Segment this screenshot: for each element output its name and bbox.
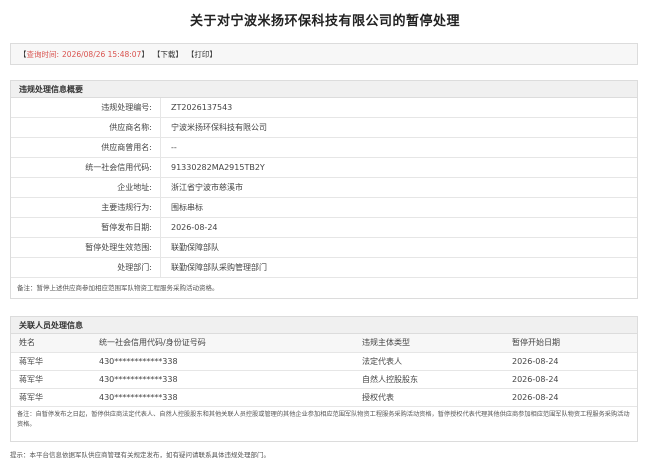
table-cell: 法定代表人: [354, 352, 504, 371]
info-row: 统一社会信用代码: 91330282MA2915TB2Y: [11, 158, 637, 178]
info-label: 处理部门:: [11, 258, 161, 277]
query-bracket-close: 】: [141, 49, 149, 59]
info-value: ZT2026137543: [171, 103, 233, 112]
info-row: 主要违规行为: 围标串标: [11, 198, 637, 218]
column-header: 姓名: [11, 334, 91, 353]
query-time-label: 查询时间:: [26, 49, 60, 59]
table-row: 蒋军华 430************338 法定代表人 2026-08-24: [11, 352, 637, 371]
violation-summary-header: 违规处理信息概要: [11, 81, 637, 98]
table-cell: 蒋军华: [11, 370, 91, 389]
info-label: 违规处理编号:: [11, 98, 161, 117]
query-time-value: 2026/08/26 15:48:07: [62, 49, 142, 59]
info-value: 2026-08-24: [171, 223, 218, 232]
page-title: 关于对宁波米扬环保科技有限公司的暂停处理: [189, 14, 460, 29]
table-cell: 2026-08-24: [504, 388, 637, 407]
info-value: 联勤保障部队采购管理部门: [171, 263, 267, 272]
table-cell: 2026-08-24: [504, 370, 637, 389]
column-header: 暂停开始日期: [504, 334, 637, 353]
table-header-row: 姓名 统一社会信用代码/身份证号码 违规主体类型 暂停开始日期: [11, 334, 637, 353]
info-label: 供应商名称:: [11, 118, 161, 137]
table-cell: 授权代表: [354, 388, 504, 407]
footer-tip: 提示：本平台信息依据军队供应商管理有关规定发布，如有疑问请联系具体违规处理部门。: [10, 451, 270, 459]
info-label: 供应商曾用名:: [11, 138, 161, 157]
table-cell: 430************338: [91, 370, 354, 389]
related-persons-panel: 关联人员处理信息 姓名 统一社会信用代码/身份证号码 违规主体类型 暂停开始日期…: [10, 316, 638, 442]
info-value: 围标串标: [171, 203, 203, 212]
info-row: 供应商曾用名: --: [11, 138, 637, 158]
related-note: 备注：自暂停发布之日起，暂停供应商法定代表人、自然人控股股东和其他关联人员控股或…: [17, 410, 630, 428]
table-cell: 2026-08-24: [504, 352, 637, 371]
info-row: 处理部门: 联勤保障部队采购管理部门: [11, 258, 637, 278]
table-cell: 蒋军华: [11, 388, 91, 407]
info-label: 主要违规行为:: [11, 198, 161, 217]
print-link[interactable]: 【打印】: [187, 49, 217, 60]
query-bar: 【 查询时间: 2026/08/26 15:48:07 】 【下载】 【打印】: [10, 43, 638, 65]
table-cell: 蒋军华: [11, 352, 91, 371]
info-row: 暂停发布日期: 2026-08-24: [11, 218, 637, 238]
table-cell: 自然人控股股东: [354, 370, 504, 389]
query-bracket-open: 【: [19, 49, 27, 59]
info-label: 暂停处理生效范围:: [11, 238, 161, 257]
info-row: 企业地址: 浙江省宁波市慈溪市: [11, 178, 637, 198]
column-header: 违规主体类型: [354, 334, 504, 353]
table-cell: 430************338: [91, 388, 354, 407]
info-label: 暂停发布日期:: [11, 218, 161, 237]
download-label: 下载: [160, 49, 176, 59]
info-value: 联勤保障部队: [171, 243, 219, 252]
table-row: 蒋军华 430************338 自然人控股股东 2026-08-2…: [11, 370, 637, 389]
related-persons-header: 关联人员处理信息: [11, 317, 637, 334]
info-row: 供应商名称: 宁波米扬环保科技有限公司: [11, 118, 637, 138]
download-link[interactable]: 【下载】: [153, 49, 183, 60]
table-row: 蒋军华 430************338 授权代表 2026-08-24: [11, 388, 637, 407]
related-persons-table: 姓名 统一社会信用代码/身份证号码 违规主体类型 暂停开始日期 蒋军华 430*…: [11, 334, 637, 407]
info-label: 企业地址:: [11, 178, 161, 197]
column-header: 统一社会信用代码/身份证号码: [91, 334, 354, 353]
violation-note: 备注：暂停上述供应商参加相应范围军队物资工程服务采购活动资格。: [17, 284, 219, 292]
info-value: 浙江省宁波市慈溪市: [171, 183, 243, 192]
info-label: 统一社会信用代码:: [11, 158, 161, 177]
info-value: --: [171, 143, 177, 152]
print-label: 打印: [194, 49, 210, 59]
info-row: 暂停处理生效范围: 联勤保障部队: [11, 238, 637, 258]
violation-summary-panel: 违规处理信息概要 违规处理编号: ZT2026137543 供应商名称: 宁波米…: [10, 80, 638, 299]
table-cell: 430************338: [91, 352, 354, 371]
info-value: 91330282MA2915TB2Y: [171, 163, 265, 172]
info-value: 宁波米扬环保科技有限公司: [171, 123, 267, 132]
info-row: 违规处理编号: ZT2026137543: [11, 98, 637, 118]
